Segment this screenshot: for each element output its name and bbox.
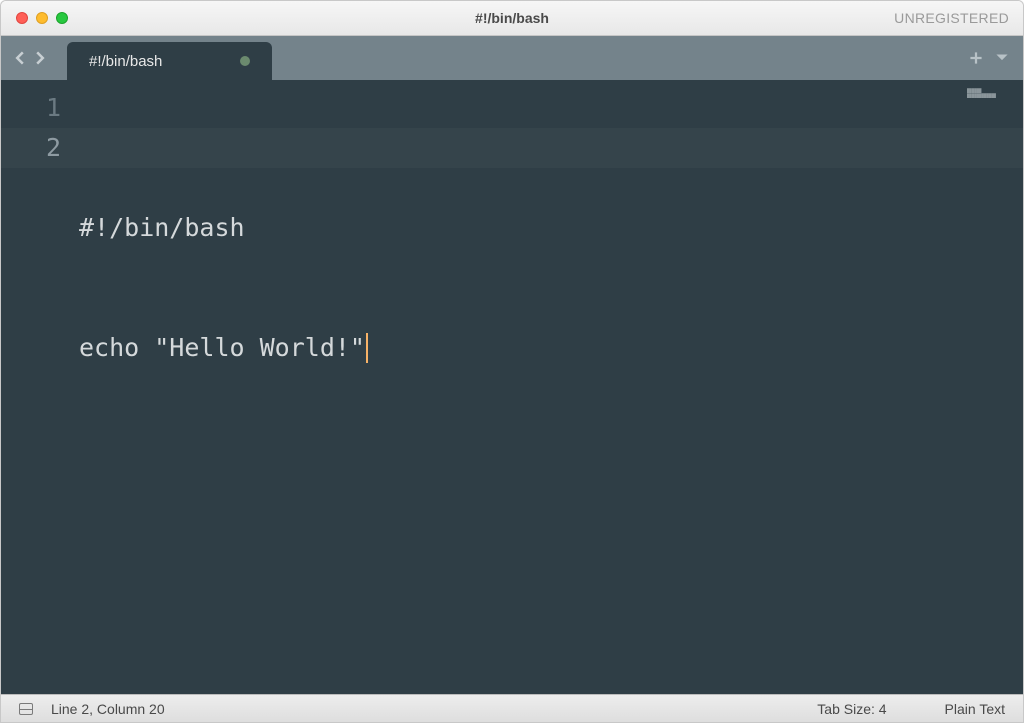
new-tab-button[interactable] xyxy=(969,51,983,65)
status-syntax[interactable]: Plain Text xyxy=(945,701,1005,717)
minimap[interactable]: ██████████████████ xyxy=(967,88,1015,104)
code-text: #!/bin/bash xyxy=(79,208,245,248)
tab-active[interactable]: #!/bin/bash xyxy=(67,42,272,80)
registration-status[interactable]: UNREGISTERED xyxy=(894,10,1023,26)
panel-toggle-icon[interactable] xyxy=(19,703,33,715)
maximize-window-button[interactable] xyxy=(56,12,68,24)
status-right: Tab Size: 4 Plain Text xyxy=(817,701,1005,717)
titlebar: #!/bin/bash UNREGISTERED xyxy=(1,1,1023,36)
current-line-highlight xyxy=(1,128,1023,168)
tabsbar-right xyxy=(969,36,1023,80)
statusbar: Line 2, Column 20 Tab Size: 4 Plain Text xyxy=(1,694,1023,722)
window-title: #!/bin/bash xyxy=(1,10,1023,26)
code-area[interactable]: #!/bin/bash echo "Hello World!" xyxy=(79,80,1023,694)
status-tab-size[interactable]: Tab Size: 4 xyxy=(817,701,886,717)
nav-arrows xyxy=(1,36,49,80)
nav-forward-button[interactable] xyxy=(31,49,49,67)
code-line[interactable]: #!/bin/bash xyxy=(79,208,1023,248)
text-cursor xyxy=(366,333,368,363)
tab-dropdown-button[interactable] xyxy=(995,53,1009,63)
line-number-gutter: 1 2 xyxy=(1,80,79,694)
app-window: #!/bin/bash UNREGISTERED #!/bin/bash xyxy=(0,0,1024,723)
tab-label: #!/bin/bash xyxy=(89,53,162,70)
minimize-window-button[interactable] xyxy=(36,12,48,24)
tab-dirty-indicator-icon xyxy=(240,56,250,66)
status-cursor-position[interactable]: Line 2, Column 20 xyxy=(51,701,165,717)
traffic-lights xyxy=(1,12,68,24)
line-number: 1 xyxy=(1,88,61,128)
close-window-button[interactable] xyxy=(16,12,28,24)
tabsbar: #!/bin/bash xyxy=(1,36,1023,80)
code-text: echo "Hello World!" xyxy=(79,328,365,368)
editor[interactable]: 1 2 #!/bin/bash echo "Hello World!" ████… xyxy=(1,80,1023,694)
line-number: 2 xyxy=(1,128,61,168)
code-line[interactable]: echo "Hello World!" xyxy=(79,328,1023,368)
nav-back-button[interactable] xyxy=(11,49,29,67)
